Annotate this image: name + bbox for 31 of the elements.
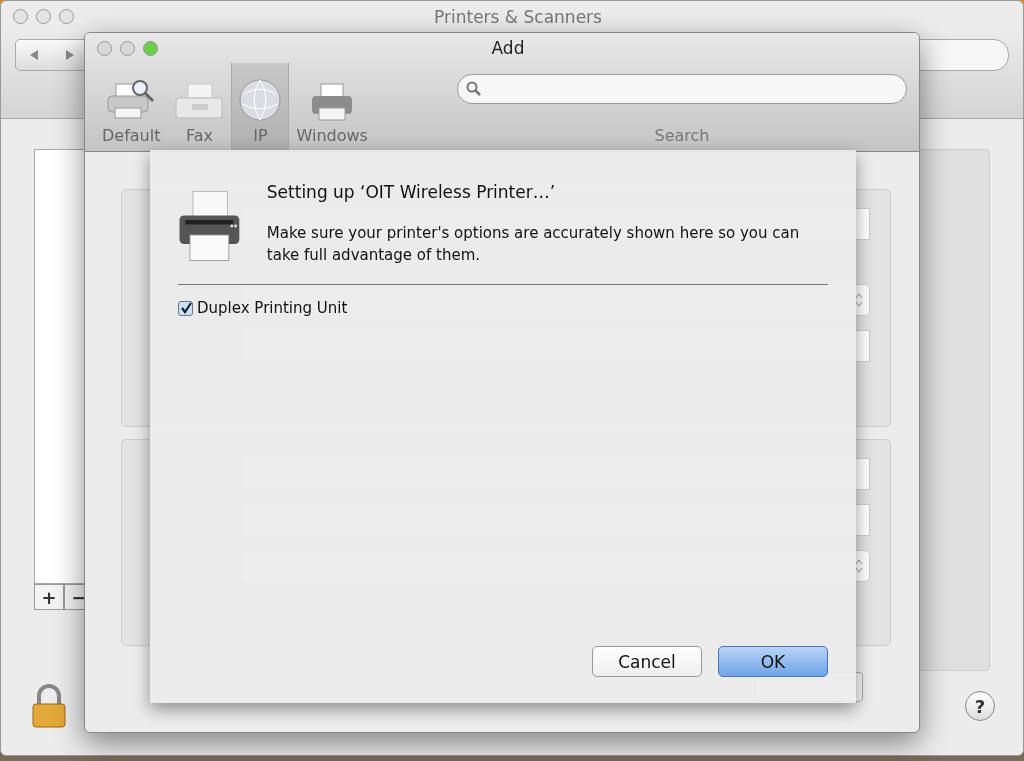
chevron-updown-icon: [855, 293, 863, 307]
window-title: Add: [491, 38, 525, 58]
printer-magnifier-icon: [106, 78, 157, 122]
help-button[interactable]: ?: [965, 691, 995, 722]
search-field[interactable]: [457, 73, 907, 104]
checkbox-label: Duplex Printing Unit: [197, 299, 348, 317]
toolbar-tab[interactable]: Windows: [289, 63, 375, 151]
checkmark-icon: [179, 302, 192, 314]
lock-icon[interactable]: [31, 684, 67, 729]
window-title: Printers & Scanners: [434, 6, 602, 27]
search-icon: [466, 80, 482, 97]
toolbar-tab[interactable]: Fax: [167, 63, 232, 151]
option-checkbox[interactable]: Duplex Printing Unit: [178, 299, 828, 317]
minimize-button[interactable]: [120, 40, 135, 56]
back-icon: [29, 48, 39, 61]
checkbox[interactable]: [178, 300, 193, 316]
sheet-title: Setting up ‘OIT Wireless Printer…’: [266, 182, 557, 202]
forward-icon: [65, 48, 75, 61]
sheet-description: Make sure your printer's options are accurately shown here so you can take full advantage of them.: [266, 223, 801, 266]
minimize-button[interactable]: [36, 9, 51, 25]
close-button[interactable]: [13, 9, 28, 25]
zoom-button[interactable]: [59, 9, 74, 25]
zoom-button[interactable]: [143, 40, 158, 56]
chevron-updown-icon: [855, 559, 863, 573]
ok-button[interactable]: OK: [718, 646, 828, 677]
cancel-button[interactable]: Cancel: [592, 646, 702, 677]
add-printer-button[interactable]: +: [34, 584, 64, 611]
globe-icon: [238, 78, 283, 122]
search-label: Search: [654, 126, 710, 145]
fax-icon: [174, 82, 225, 122]
close-button[interactable]: [97, 40, 112, 56]
